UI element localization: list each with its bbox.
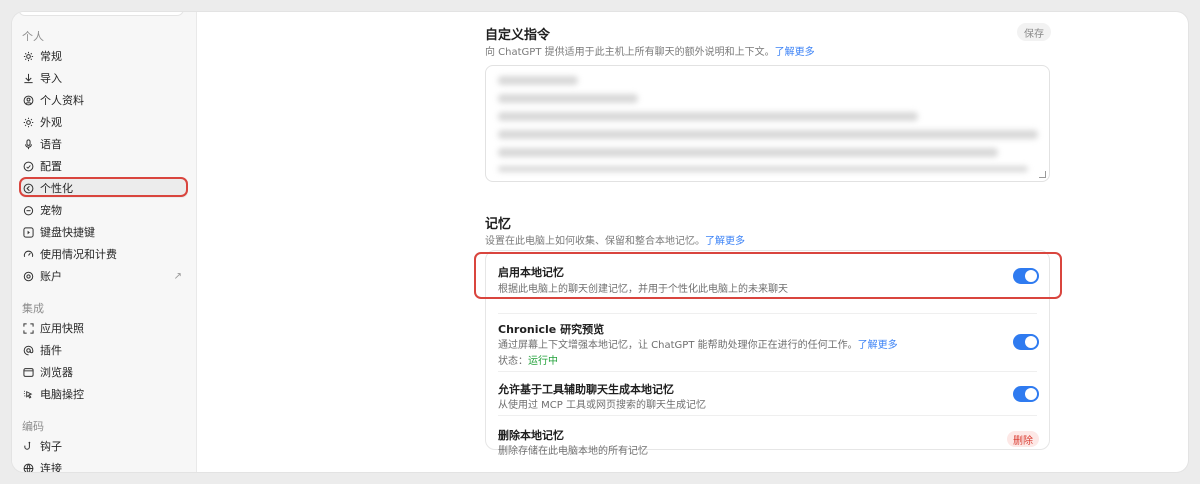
tool-assisted-memory-subtitle: 从使用过 MCP 工具或网页搜索的聊天生成记忆 xyxy=(498,400,706,411)
sidebar-item-label: 键盘快捷键 xyxy=(40,226,95,239)
sidebar-item-plugins[interactable]: 插件 xyxy=(20,340,188,360)
sidebar-item-hooks[interactable]: 钩子 xyxy=(20,436,188,456)
sidebar-item-label: 语音 xyxy=(40,138,62,151)
custom-instructions-title: 自定义指令 xyxy=(485,28,551,43)
computer-control-icon xyxy=(22,388,34,400)
delete-local-memory-subtitle: 删除存储在此电脑本地的所有记忆 xyxy=(498,446,648,457)
gear-icon xyxy=(22,50,34,62)
sidebar-item-label: 浏览器 xyxy=(40,366,73,379)
section-label-integrations: 集成 xyxy=(22,302,44,315)
sidebar-item-label: 宠物 xyxy=(40,204,62,217)
sidebar-item-label: 账户 xyxy=(40,270,62,283)
sidebar-item-appearance[interactable]: 外观 xyxy=(20,112,188,132)
memory-description-text: 设置在此电脑上如何收集、保留和整合本地记忆。 xyxy=(485,236,705,247)
custom-instructions-description: 向 ChatGPT 提供适用于此主机上所有聊天的额外说明和上下文。了解更多 xyxy=(485,43,815,58)
sidebar-item-profile[interactable]: 个人资料 xyxy=(20,90,188,110)
section-label-coding: 编码 xyxy=(22,420,44,433)
sidebar-item-label: 插件 xyxy=(40,344,62,357)
memory-title: 记忆 xyxy=(485,217,512,232)
highlight-enable-local-memory xyxy=(474,252,1062,299)
sidebar-item-label: 电脑操控 xyxy=(40,388,84,401)
sidebar-item-label: 导入 xyxy=(40,72,62,85)
snapshot-icon xyxy=(22,322,34,334)
toggle-knob xyxy=(1025,388,1037,400)
highlight-personalization xyxy=(19,177,188,197)
settings-window: 个人 常规 导入 个人资料 外观 语音 配置 个性化 宠物 键盘快捷键 使用情况… xyxy=(12,12,1188,472)
sidebar: 个人 常规 导入 个人资料 外观 语音 配置 个性化 宠物 键盘快捷键 使用情况… xyxy=(12,12,197,472)
chronicle-row: Chronicle 研究预览 通过屏幕上下文增强本地记忆，让 ChatGPT 能… xyxy=(486,313,1051,371)
memory-description: 设置在此电脑上如何收集、保留和整合本地记忆。了解更多 xyxy=(485,232,745,247)
chronicle-title: Chronicle 研究预览 xyxy=(498,323,605,336)
pet-icon xyxy=(22,204,34,216)
sidebar-item-label: 连接 xyxy=(40,462,62,472)
microphone-icon xyxy=(22,138,34,150)
tool-assisted-memory-row: 允许基于工具辅助聊天生成本地记忆 从使用过 MCP 工具或网页搜索的聊天生成记忆 xyxy=(486,371,1051,415)
sidebar-item-usage-billing[interactable]: 使用情况和计费 xyxy=(20,244,188,264)
download-icon xyxy=(22,72,34,84)
save-button[interactable]: 保存 xyxy=(1017,23,1051,41)
keyboard-icon xyxy=(22,226,34,238)
sidebar-item-label: 常规 xyxy=(40,50,62,63)
sidebar-item-computer-control[interactable]: 电脑操控 xyxy=(20,384,188,404)
gauge-icon xyxy=(22,248,34,260)
tool-assisted-memory-title: 允许基于工具辅助聊天生成本地记忆 xyxy=(498,383,674,396)
chronicle-subtitle: 通过屏幕上下文增强本地记忆，让 ChatGPT 能帮助处理你正在进行的任何工作。… xyxy=(498,336,898,351)
section-label-personal: 个人 xyxy=(22,30,44,43)
sidebar-item-pet[interactable]: 宠物 xyxy=(20,200,188,220)
delete-local-memory-title: 删除本地记忆 xyxy=(498,429,564,442)
browser-icon xyxy=(22,366,34,378)
chronicle-subtitle-text: 通过屏幕上下文增强本地记忆，让 ChatGPT 能帮助处理你正在进行的任何工作。 xyxy=(498,340,858,351)
sidebar-item-label: 使用情况和计费 xyxy=(40,248,117,261)
hook-icon xyxy=(22,440,34,452)
chronicle-status-value: 运行中 xyxy=(528,356,558,367)
sidebar-item-import[interactable]: 导入 xyxy=(20,68,188,88)
sidebar-item-account[interactable]: 账户 ↗ xyxy=(20,266,188,286)
main-content: 自定义指令 保存 向 ChatGPT 提供适用于此主机上所有聊天的额外说明和上下… xyxy=(197,12,1188,472)
sidebar-item-connections[interactable]: 连接 xyxy=(20,458,188,472)
sidebar-item-app-snapshot[interactable]: 应用快照 xyxy=(20,318,188,338)
custom-instructions-textarea[interactable] xyxy=(485,65,1050,182)
account-icon xyxy=(22,270,34,282)
delete-local-memory-button[interactable]: 删除 xyxy=(1007,431,1039,447)
resize-handle[interactable] xyxy=(1039,171,1046,178)
tool-assisted-memory-toggle[interactable] xyxy=(1013,386,1039,402)
globe-icon xyxy=(22,462,34,472)
sidebar-search-field[interactable] xyxy=(18,12,184,16)
sidebar-item-config[interactable]: 配置 xyxy=(20,156,188,176)
at-icon xyxy=(22,344,34,356)
delete-local-memory-row: 删除本地记忆 删除存储在此电脑本地的所有记忆 删除 xyxy=(486,415,1051,457)
sidebar-item-general[interactable]: 常规 xyxy=(20,46,188,66)
memory-learn-more-link[interactable]: 了解更多 xyxy=(705,236,745,247)
sidebar-item-label: 应用快照 xyxy=(40,322,84,335)
profile-icon xyxy=(22,94,34,106)
sidebar-item-voice[interactable]: 语音 xyxy=(20,134,188,154)
chronicle-status: 状态：运行中 xyxy=(498,352,558,367)
sidebar-item-browser[interactable]: 浏览器 xyxy=(20,362,188,382)
sun-icon xyxy=(22,116,34,128)
custom-instructions-learn-more-link[interactable]: 了解更多 xyxy=(775,47,815,58)
chronicle-status-label: 状态： xyxy=(498,356,528,367)
chronicle-learn-more-link[interactable]: 了解更多 xyxy=(858,340,898,351)
chronicle-toggle[interactable] xyxy=(1013,334,1039,350)
sidebar-item-label: 外观 xyxy=(40,116,62,129)
arrow-up-right-icon: ↗ xyxy=(173,270,182,282)
toggle-knob xyxy=(1025,336,1037,348)
sidebar-item-label: 个人资料 xyxy=(40,94,84,107)
config-icon xyxy=(22,160,34,172)
sidebar-item-label: 配置 xyxy=(40,160,62,173)
sidebar-item-label: 钩子 xyxy=(40,440,62,453)
custom-instructions-description-text: 向 ChatGPT 提供适用于此主机上所有聊天的额外说明和上下文。 xyxy=(485,47,775,58)
sidebar-item-keyboard-shortcuts[interactable]: 键盘快捷键 xyxy=(20,222,188,242)
